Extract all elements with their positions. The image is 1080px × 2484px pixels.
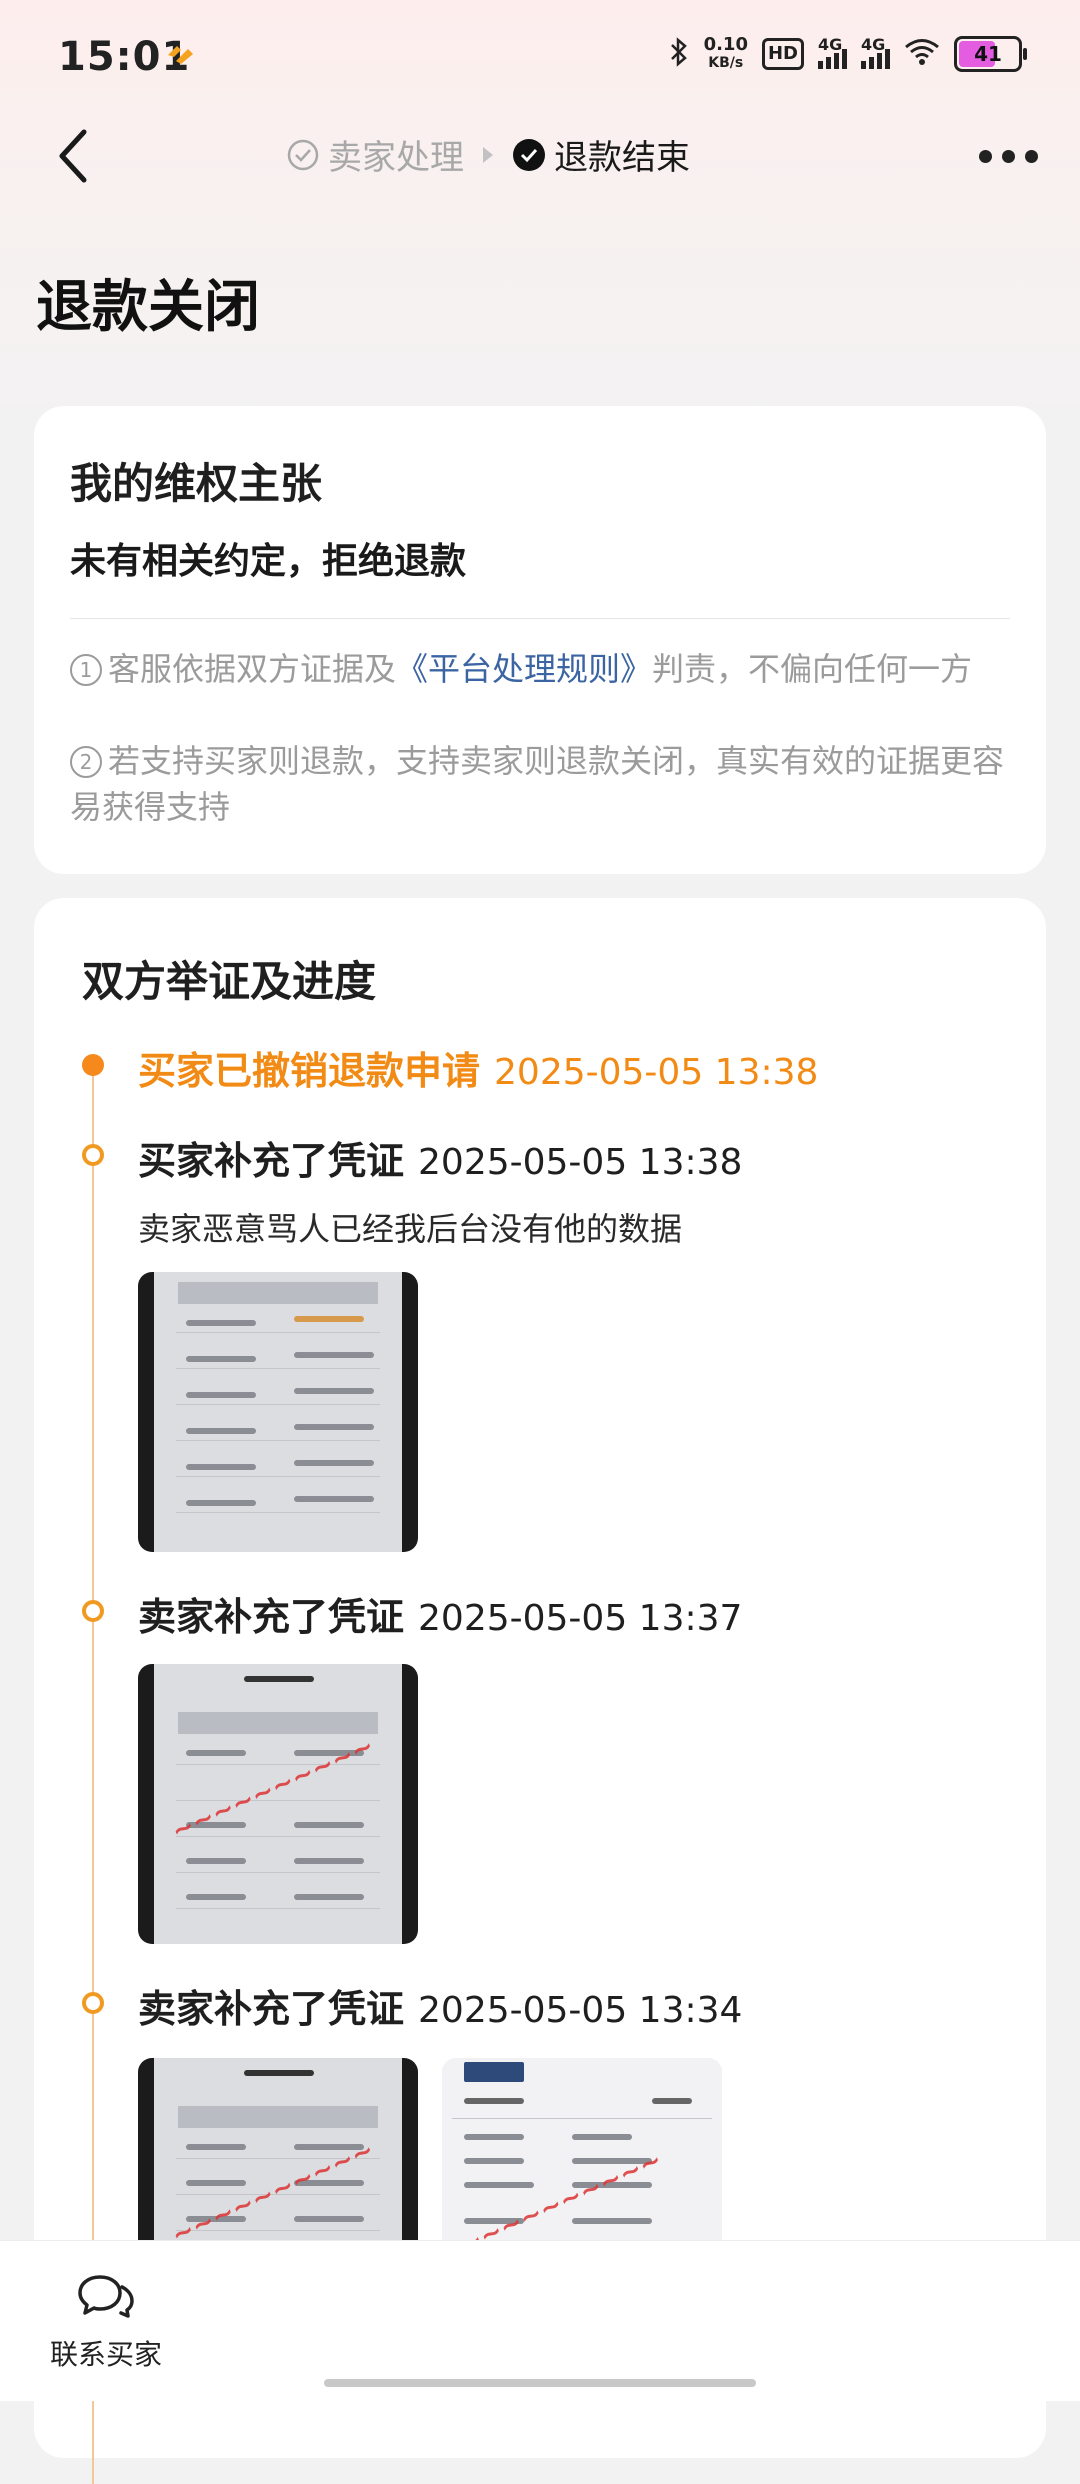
battery-icon: 41 <box>954 36 1027 72</box>
divider <box>70 618 1010 619</box>
number-badge: 1 <box>70 654 102 686</box>
contact-buyer-label: 联系买家 <box>49 2338 162 2371</box>
evidence-progress-card: 双方举证及进度 买家已撤销退款申请 2025-05-05 13:38 买家补充了凭… <box>34 898 1046 2484</box>
bluetooth-icon <box>668 37 690 71</box>
progress-heading: 双方举证及进度 <box>82 957 377 1006</box>
more-dots-icon[interactable] <box>979 134 1038 178</box>
number-badge: 2 <box>70 746 102 778</box>
signal-icon: 4G <box>861 35 890 69</box>
chevron-left-icon <box>59 129 87 183</box>
claim-card: 我的维权主张 未有相关约定，拒绝退款 1 客服依据双方证据及《平台处理规则》判责，… <box>34 406 1046 874</box>
wifi-icon <box>904 38 940 70</box>
signal-icon: 4G <box>818 35 847 69</box>
step-seller-handling: 卖家处理 <box>286 130 464 179</box>
progress-steps: 卖家处理 退款结束 <box>286 130 690 179</box>
timeline-dot-active <box>82 1054 104 1076</box>
timeline-dot <box>82 1992 104 2014</box>
back-button[interactable] <box>46 128 102 184</box>
net-speed: 0.10 KB/s <box>703 34 748 72</box>
rule-note-2: 2 若支持买家则退款，支持卖家则退款关闭，真实有效的证据更容易获得支持 <box>70 742 1005 826</box>
evidence-description: 卖家恶意骂人已经我后台没有他的数据 <box>138 1210 683 1248</box>
contact-buyer-button[interactable]: 联系买家 <box>46 2271 166 2373</box>
nav-header: 卖家处理 退款结束 <box>0 120 1080 192</box>
home-indicator[interactable] <box>324 2379 756 2387</box>
chat-bubbles-icon <box>78 2275 134 2318</box>
rule-note-1: 1 客服依据双方证据及《平台处理规则》判责，不偏向任何一方 <box>70 646 1010 692</box>
timeline-dot <box>82 1600 104 1622</box>
platform-rules-link[interactable]: 《平台处理规则》 <box>396 650 652 688</box>
timeline-entry-title: 买家已撤销退款申请 2025-05-05 13:38 <box>138 1049 819 1093</box>
status-bar: 15:01 0.10 KB/s HD 4G 4G 41 <box>0 0 1080 120</box>
timeline-dot <box>82 1144 104 1166</box>
check-circle-outline-icon <box>287 139 319 170</box>
claim-heading: 我的维权主张 <box>70 459 323 508</box>
step-refund-ended: 退款结束 <box>512 130 690 179</box>
step-arrow-icon <box>483 146 493 163</box>
check-circle-filled-icon <box>513 138 545 171</box>
evidence-image[interactable] <box>138 1272 418 1552</box>
timeline-entry-title: 买家补充了凭证 2025-05-05 13:38 <box>138 1139 743 1183</box>
bottom-action-bar: 联系买家 <box>0 2240 1080 2401</box>
status-icons: 0.10 KB/s HD 4G 4G 41 <box>668 34 1027 72</box>
claim-value: 未有相关约定，拒绝退款 <box>70 541 467 582</box>
evidence-image[interactable]: ~~~~~~~~~~ <box>138 1664 418 1944</box>
hd-voice-icon: HD <box>761 38 804 70</box>
timeline-entry-title: 卖家补充了凭证 2025-05-05 13:34 <box>138 1987 743 2031</box>
page-title: 退款关闭 <box>36 275 260 340</box>
timeline-entry-title: 卖家补充了凭证 2025-05-05 13:37 <box>138 1595 743 1639</box>
app-notify-icon <box>166 44 196 70</box>
